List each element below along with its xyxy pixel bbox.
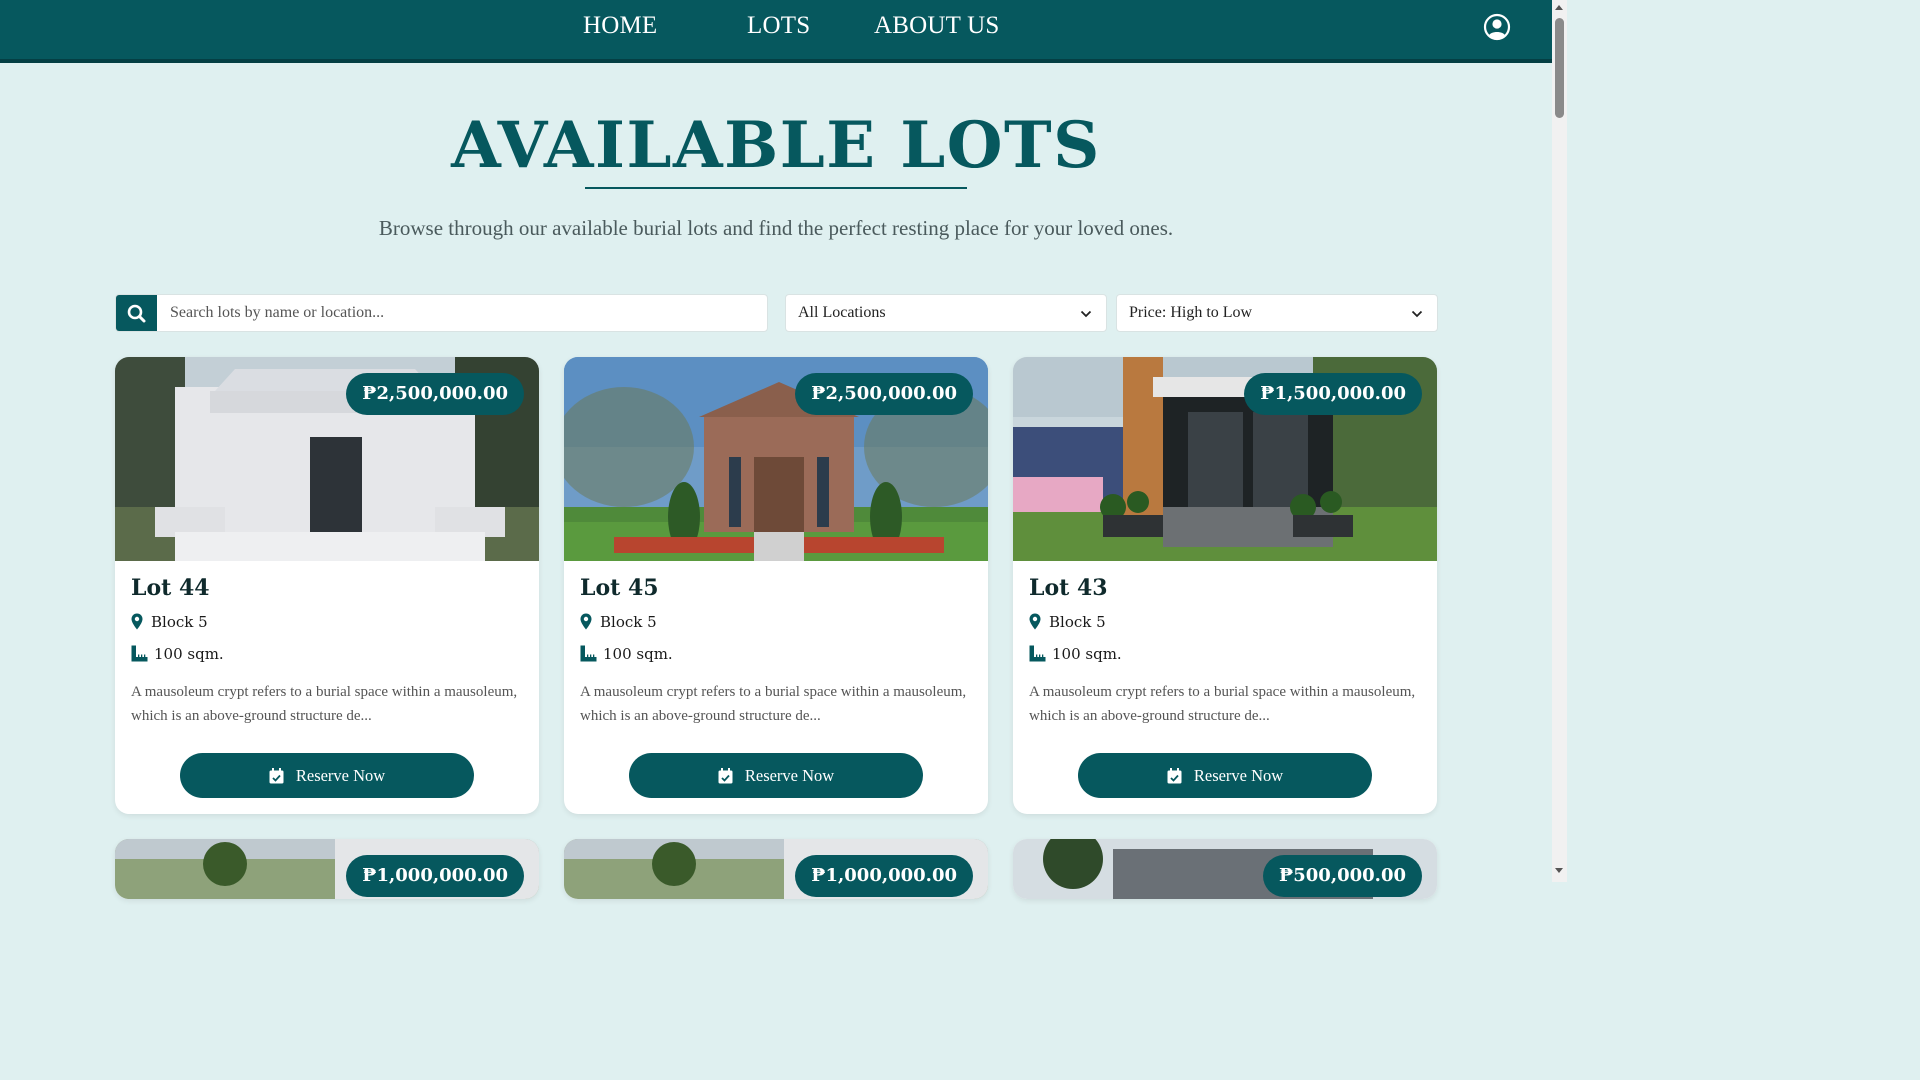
page-subtitle: Browse through our available burial lots…: [378, 216, 1174, 240]
scroll-up-arrow-icon[interactable]: [1555, 5, 1563, 10]
lot-area-value: 100 sqm.: [154, 645, 224, 663]
ruler-icon: [580, 645, 597, 662]
lot-card: ₱1,000,000.00: [564, 839, 988, 899]
lot-area-value: 100 sqm.: [603, 645, 673, 663]
chevron-down-icon: [1411, 310, 1423, 318]
reserve-now-button[interactable]: Reserve Now: [1078, 753, 1372, 798]
lot-name: Lot 43: [1029, 575, 1108, 601]
price-badge: ₱1,500,000.00: [1244, 373, 1422, 415]
price-badge: ₱1,000,000.00: [346, 855, 524, 897]
chevron-down-icon: [1080, 310, 1092, 318]
search-input[interactable]: [157, 295, 767, 331]
lot-name: Lot 45: [580, 575, 659, 601]
location-select[interactable]: All Locations: [785, 294, 1107, 332]
lot-block: Block 5: [600, 613, 657, 631]
lot-card: ₱2,500,000.00 Lot 45 Block 5 100 sqm. A …: [564, 357, 988, 814]
lot-description: A mausoleum crypt refers to a burial spa…: [131, 684, 518, 724]
map-pin-icon: [1029, 613, 1041, 630]
price-badge: ₱500,000.00: [1263, 855, 1422, 897]
calendar-check-icon: [718, 768, 733, 784]
lot-description: A mausoleum crypt refers to a burial spa…: [1029, 684, 1416, 724]
sort-select[interactable]: Price: High to Low: [1116, 294, 1438, 332]
lot-name: Lot 44: [131, 575, 210, 601]
map-pin-icon: [131, 613, 143, 630]
scrollbar-thumb[interactable]: [1555, 18, 1564, 118]
calendar-check-icon: [1167, 768, 1182, 784]
map-pin-icon: [580, 613, 592, 630]
title-divider: [585, 187, 967, 189]
search-bar: [115, 294, 768, 332]
ruler-icon: [131, 645, 148, 662]
nav-lots-link[interactable]: LOTS: [747, 12, 810, 40]
user-circle-icon[interactable]: [1483, 13, 1511, 41]
price-badge: ₱2,500,000.00: [795, 373, 973, 415]
reserve-now-label: Reserve Now: [1193, 766, 1284, 785]
scroll-down-arrow-icon[interactable]: [1555, 868, 1563, 873]
lot-block: Block 5: [151, 613, 208, 631]
sort-select-value: Price: High to Low: [1129, 304, 1253, 321]
lot-card: ₱1,500,000.00 Lot 43 Block 5 100 sqm. A …: [1013, 357, 1437, 814]
lot-block: Block 5: [1049, 613, 1106, 631]
search-button[interactable]: [116, 295, 157, 331]
reserve-now-button[interactable]: Reserve Now: [629, 753, 923, 798]
top-navbar: HOME LOTS ABOUT US: [0, 0, 1552, 63]
lot-description: A mausoleum crypt refers to a burial spa…: [580, 684, 967, 724]
reserve-now-label: Reserve Now: [295, 766, 386, 785]
lot-card: ₱2,500,000.00 Lot 44 Block 5 100 sqm. A …: [115, 357, 539, 814]
reserve-now-button[interactable]: Reserve Now: [180, 753, 474, 798]
page-scrollbar[interactable]: [1552, 0, 1567, 882]
calendar-check-icon: [269, 768, 284, 784]
price-badge: ₱2,500,000.00: [346, 373, 524, 415]
location-select-value: All Locations: [798, 304, 886, 321]
reserve-now-label: Reserve Now: [744, 766, 835, 785]
ruler-icon: [1029, 645, 1046, 662]
price-badge: ₱1,000,000.00: [795, 855, 973, 897]
page-title: AVAILABLE LOTS: [451, 108, 1101, 183]
lot-card: ₱500,000.00: [1013, 839, 1437, 899]
lot-card: ₱1,000,000.00: [115, 839, 539, 899]
search-icon: [127, 304, 146, 323]
nav-about-link[interactable]: ABOUT US: [874, 12, 999, 40]
nav-home-link[interactable]: HOME: [583, 12, 657, 40]
lot-area-value: 100 sqm.: [1052, 645, 1122, 663]
